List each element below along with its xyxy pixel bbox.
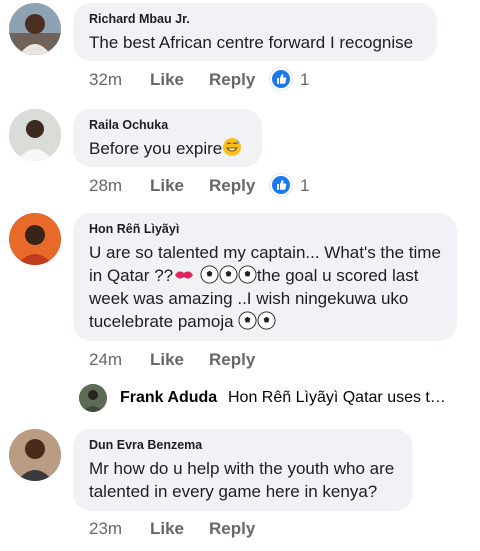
reaction-count: 1 — [300, 176, 310, 195]
comment-author[interactable]: Dun Evra Benzema — [89, 438, 202, 452]
avatar[interactable] — [9, 213, 61, 265]
soccer-ball-emoji — [200, 265, 219, 284]
comment-bubble: Richard Mbau Jr. The best African centre… — [73, 3, 437, 61]
comment-text-line: Before you expire — [89, 139, 223, 158]
like-button[interactable]: Like — [150, 350, 184, 370]
comment-text-line: in Qatar ?? the goal u scored last — [89, 264, 441, 287]
like-button[interactable]: Like — [150, 70, 184, 90]
comment-time[interactable]: 23m — [89, 519, 122, 539]
kiss-mark-emoji — [175, 271, 194, 279]
grinning-sweat-emoji — [223, 138, 242, 156]
comment-bubble: Hon Rêñ Lìyãyì U are so talented my capt… — [73, 213, 457, 341]
comment-time[interactable]: 28m — [89, 176, 122, 196]
comment-actions: 28m Like Reply — [89, 176, 389, 200]
comment-text: Mr how do u help with the youth who are … — [89, 457, 394, 503]
comment-text: U are so talented my captain... What's t… — [89, 241, 441, 333]
avatar[interactable] — [9, 3, 61, 55]
soccer-ball-emoji — [238, 265, 257, 284]
reply-button[interactable]: Reply — [209, 176, 255, 196]
reply-text: Hon Rêñ Lìyãyì Qatar uses t… — [228, 389, 446, 406]
comment-text-segment: in Qatar ?? — [89, 266, 174, 285]
comment-time[interactable]: 24m — [89, 350, 122, 370]
comment-text-line: week was amazing ..I wish ningekuwa uko — [89, 289, 409, 308]
comment-text-line: talented in every game here in kenya? — [89, 482, 378, 501]
avatar[interactable] — [9, 109, 61, 161]
reaction-count: 1 — [300, 70, 310, 89]
comment-text: The best African centre forward I recogn… — [89, 33, 414, 52]
like-reaction-icon[interactable] — [270, 174, 292, 196]
comment-text-segment: tucelebrate pamoja — [89, 312, 234, 331]
reply-button[interactable]: Reply — [209, 519, 255, 539]
comment-author[interactable]: Hon Rêñ Lìyãyì — [89, 222, 179, 236]
like-button[interactable]: Like — [150, 519, 184, 539]
reply-button[interactable]: Reply — [209, 350, 255, 370]
comment-text-line: Mr how do u help with the youth who are — [89, 459, 395, 478]
comment-actions: 24m Like Reply — [89, 350, 389, 374]
soccer-ball-emoji — [238, 311, 257, 330]
reply-preview[interactable]: Frank Aduda Hon Rêñ Lìyãyì Qatar uses t… — [0, 384, 480, 414]
comment-actions: 32m Like Reply — [89, 70, 389, 94]
comment-text-line: tucelebrate pamoja — [89, 310, 441, 333]
soccer-ball-emoji — [257, 311, 276, 330]
like-button[interactable]: Like — [150, 176, 184, 196]
soccer-ball-emoji — [219, 265, 238, 284]
comment-text-segment: the goal u scored last — [256, 266, 419, 285]
comment-bubble: Raila Ochuka Before you expire — [73, 109, 262, 167]
comment-text: Before you expire — [89, 137, 242, 160]
comment-time[interactable]: 32m — [89, 70, 122, 90]
reply-author[interactable]: Frank Aduda — [120, 389, 217, 407]
avatar[interactable] — [9, 429, 61, 481]
comment-bubble: Dun Evra Benzema Mr how do u help with t… — [73, 429, 413, 511]
comment-text-line: U are so talented my captain... What's t… — [89, 243, 441, 262]
reply-button[interactable]: Reply — [209, 70, 255, 90]
comment-actions: 23m Like Reply — [89, 519, 389, 543]
avatar[interactable] — [79, 384, 107, 412]
comment-author[interactable]: Richard Mbau Jr. — [89, 12, 190, 26]
like-reaction-icon[interactable] — [270, 68, 292, 90]
comment-author[interactable]: Raila Ochuka — [89, 118, 168, 132]
